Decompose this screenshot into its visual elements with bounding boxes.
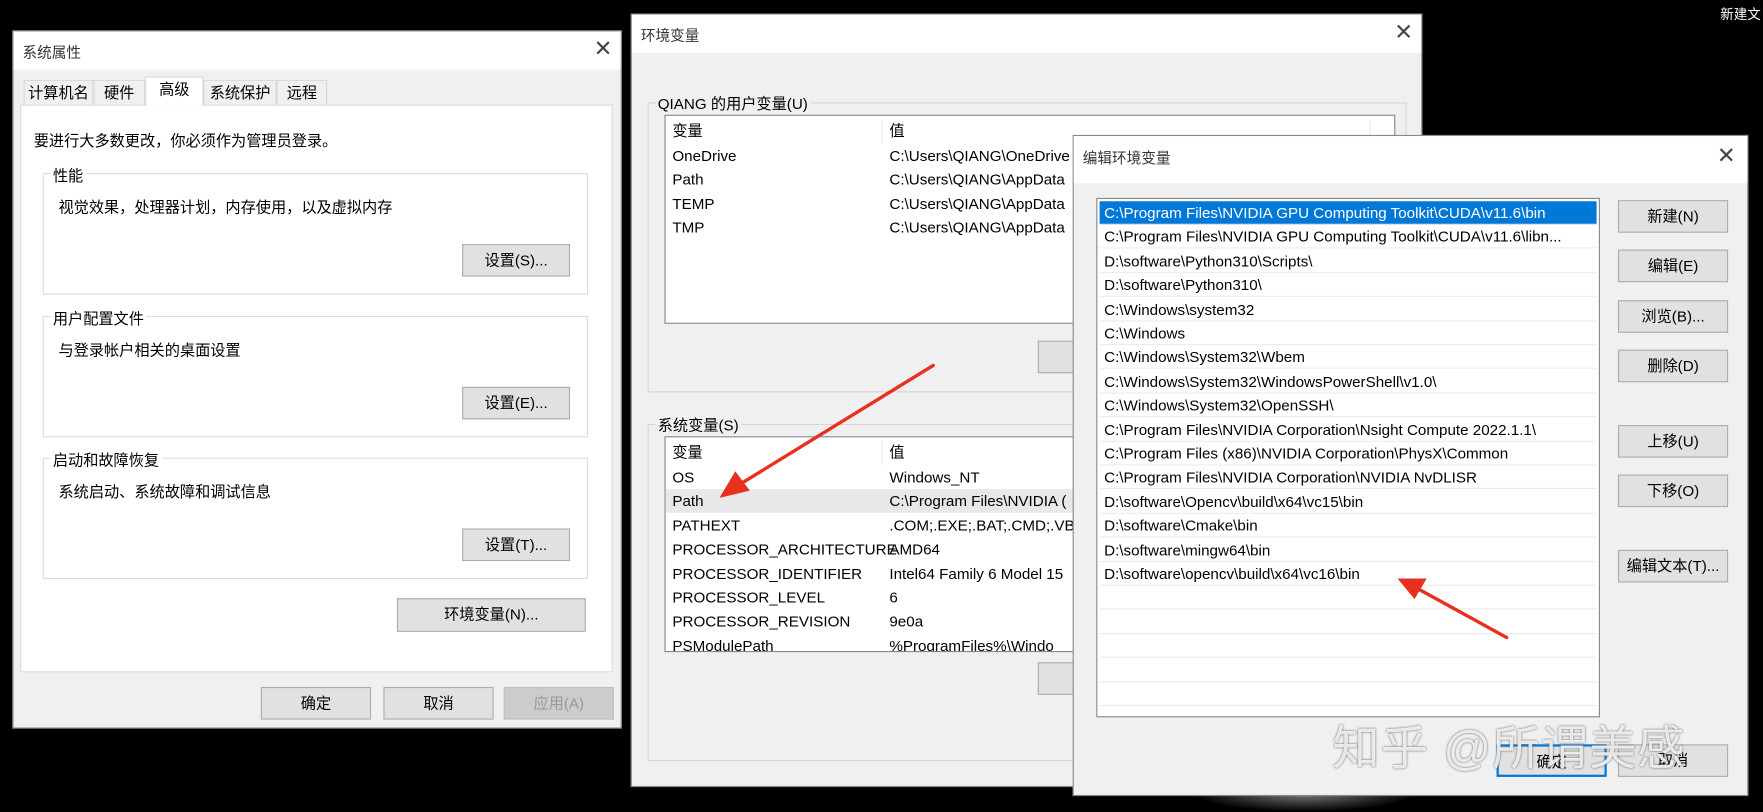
group-label: 用户配置文件 <box>50 305 147 329</box>
arrow-to-new-entry <box>1397 578 1509 640</box>
user-profiles-settings-button[interactable]: 设置(E)... <box>462 386 571 420</box>
screen: 新建文 系统属性 ✕ 计算机名 硬件 高级 系统保护 远程 要进行大多数更改，你… <box>0 0 1763 812</box>
tab-computer-name[interactable]: 计算机名 <box>23 79 94 105</box>
system-properties-dialog: 系统属性 ✕ 计算机名 硬件 高级 系统保护 远程 要进行大多数更改，你必须作为… <box>12 30 622 729</box>
admin-note: 要进行大多数更改，你必须作为管理员登录。 <box>33 132 338 150</box>
group-description: 系统启动、系统故障和调试信息 <box>58 483 271 501</box>
startup-recovery-group: 启动和故障恢复 系统启动、系统故障和调试信息 设置(T)... <box>42 447 589 580</box>
environment-variables-button[interactable]: 环境变量(N)... <box>396 598 586 632</box>
tab-remote[interactable]: 远程 <box>276 79 328 105</box>
tab-advanced[interactable]: 高级 <box>145 76 204 106</box>
tab-system-protection[interactable]: 系统保护 <box>203 79 277 105</box>
performance-group: 性能 视觉效果，处理器计划，内存使用，以及虚拟内存 设置(S)... <box>42 163 589 295</box>
startup-recovery-settings-button[interactable]: 设置(T)... <box>462 528 571 562</box>
group-description: 与登录帐户相关的桌面设置 <box>58 341 241 359</box>
group-label: 性能 <box>50 163 86 186</box>
performance-settings-button[interactable]: 设置(S)... <box>462 243 571 277</box>
tab-hardware[interactable]: 硬件 <box>93 79 146 105</box>
arrow-to-path-row <box>719 363 935 498</box>
user-profiles-group: 用户配置文件 与登录帐户相关的桌面设置 设置(E)... <box>42 305 589 438</box>
group-label: 启动和故障恢复 <box>50 447 162 470</box>
tab-panel: 要进行大多数更改，你必须作为管理员登录。 性能 视觉效果，处理器计划，内存使用，… <box>20 104 613 673</box>
group-description: 视觉效果，处理器计划，内存使用，以及虚拟内存 <box>58 199 393 216</box>
